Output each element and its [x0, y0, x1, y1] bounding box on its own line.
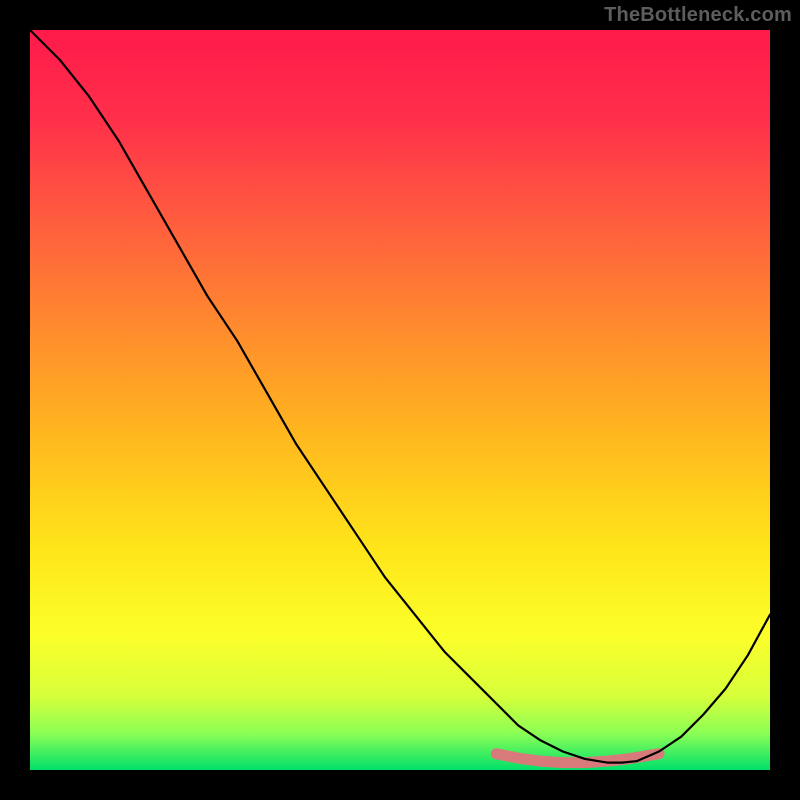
bottleneck-chart: [0, 0, 800, 800]
watermark-text: TheBottleneck.com: [604, 4, 792, 27]
plot-background: [30, 30, 770, 770]
